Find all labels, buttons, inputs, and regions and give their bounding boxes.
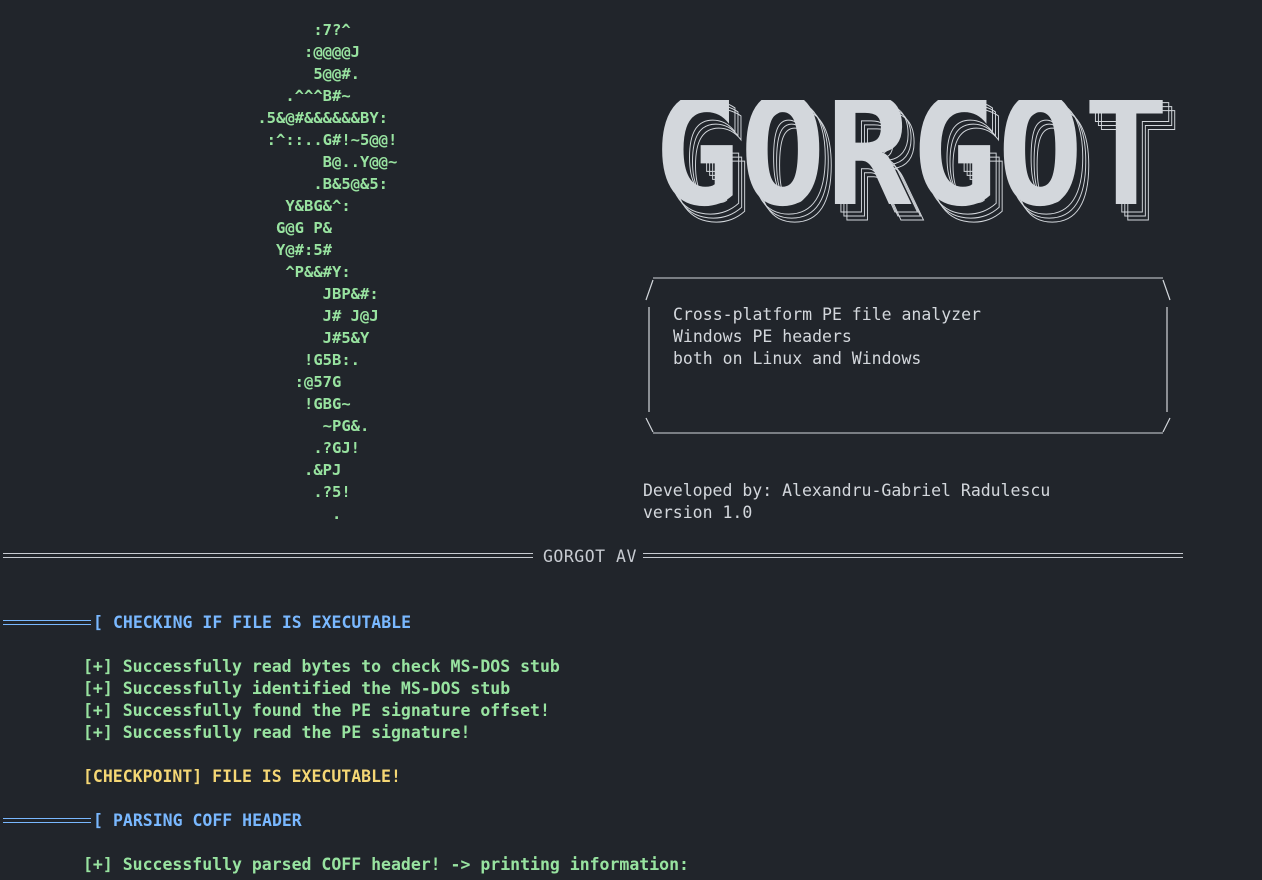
box-line-2: Windows PE headers <box>673 327 852 346</box>
section-title: CHECKING IF FILE IS EXECUTABLE <box>113 613 412 632</box>
log-line: [+] Successfully parsed COFF header! -> … <box>83 855 689 874</box>
log-line: [+] Successfully found the PE signature … <box>83 701 550 720</box>
divider-title: GORGOT AV <box>543 547 637 566</box>
credits: Developed by: Alexandru-Gabriel Radulesc… <box>643 480 1050 524</box>
version-label: version 1.0 <box>643 503 753 522</box>
section-rule <box>3 620 91 625</box>
section-bracket: [ <box>93 613 103 632</box>
section-header-executable: [ CHECKING IF FILE IS EXECUTABLE <box>3 612 703 634</box>
log-line: [+] Successfully read the PE signature! <box>83 723 471 742</box>
section-divider: GORGOT AV <box>3 546 1183 568</box>
divider-line-left <box>3 553 533 558</box>
section-title: PARSING COFF HEADER <box>113 811 302 830</box>
box-line-1: Cross-platform PE file analyzer <box>673 305 981 324</box>
divider-line-right <box>643 553 1183 558</box>
section-header-coff: [ PARSING COFF HEADER <box>3 810 703 832</box>
logo-text: GORGOT <box>654 100 1169 235</box>
box-line-3: both on Linux and Windows <box>673 349 922 368</box>
section-rule <box>3 818 91 823</box>
log-line: [+] Successfully identified the MS-DOS s… <box>83 679 511 698</box>
section-bracket: [ <box>93 811 103 830</box>
log-line: [+] Successfully read bytes to check MS-… <box>83 657 560 676</box>
developer-credit: Developed by: Alexandru-Gabriel Radulesc… <box>643 481 1051 500</box>
gorgot-logo: GORGOT GORGOT GORGOT GORGOT <box>650 100 1185 235</box>
ascii-art-figure: :7?^ :@@@@J 5@@#. .^^^B#~ .5&@#&&&&&&BY:… <box>257 21 398 523</box>
checkpoint-message: [CHECKPOINT] FILE IS EXECUTABLE! <box>83 767 401 786</box>
